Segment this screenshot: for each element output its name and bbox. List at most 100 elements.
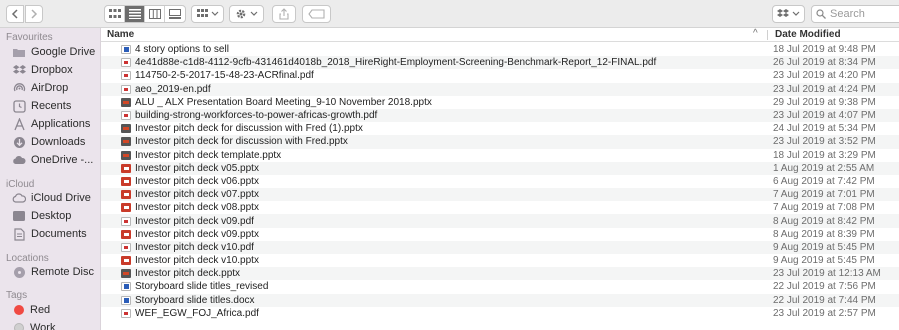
- pdf-file-icon: [121, 111, 131, 121]
- file-name: Investor pitch deck.pptx: [135, 268, 241, 280]
- dropbox-menu-button[interactable]: [772, 5, 805, 23]
- presentation-file-icon: [121, 203, 131, 213]
- sidebar-item-recents[interactable]: Recents: [12, 97, 71, 115]
- file-row[interactable]: Investor pitch deck.pptx 23 Jul 2019 at 1…: [101, 267, 899, 281]
- column-divider[interactable]: [767, 30, 768, 40]
- sidebar-item-onedrive[interactable]: OneDrive -...: [12, 151, 93, 169]
- dropbox-icon: [776, 9, 799, 17]
- forward-button[interactable]: [25, 5, 43, 23]
- tag-icon: [307, 9, 325, 19]
- file-name: 4 story options to sell: [135, 44, 229, 56]
- desktop-icon: [12, 209, 26, 223]
- file-name: Investor pitch deck v10.pptx: [135, 255, 259, 267]
- sidebar-item-desktop[interactable]: Desktop: [12, 207, 71, 225]
- file-row[interactable]: Investor pitch deck template.pptx 18 Jul …: [101, 149, 899, 162]
- sidebar-item-documents[interactable]: Documents: [12, 225, 87, 243]
- icon-view-button[interactable]: [105, 6, 125, 22]
- file-row[interactable]: Investor pitch deck v05.pptx 1 Aug 2019 a…: [101, 161, 899, 175]
- file-row[interactable]: ALU _ ALX Presentation Board Meeting_9-1…: [101, 96, 899, 109]
- word-document-icon: [121, 295, 131, 305]
- file-row[interactable]: aeo_2019-en.pdf 23 Jul 2019 at 4:24 PM: [101, 82, 899, 96]
- file-name: Investor pitch deck for discussion with …: [135, 136, 348, 148]
- sidebar-item-label: AirDrop: [31, 82, 69, 94]
- file-date: 7 Aug 2019 at 7:01 PM: [773, 189, 875, 201]
- file-date: 9 Aug 2019 at 5:45 PM: [773, 241, 875, 253]
- pdf-file-icon: [121, 71, 131, 81]
- file-row[interactable]: Investor pitch deck v07.pptx 7 Aug 2019 a…: [101, 188, 899, 202]
- file-row[interactable]: Investor pitch deck v09.pdf 8 Aug 2019 at…: [101, 214, 899, 228]
- search-input[interactable]: [830, 8, 899, 20]
- file-rows: 4 story options to sell 18 Jul 2019 at 9:…: [101, 43, 899, 320]
- file-row[interactable]: Storyboard slide titles.docx 22 Jul 2019 …: [101, 293, 899, 307]
- back-button[interactable]: [6, 5, 24, 23]
- file-row[interactable]: 4 story options to sell 18 Jul 2019 at 9:…: [101, 43, 899, 56]
- file-date: 24 Jul 2019 at 5:34 PM: [773, 123, 876, 135]
- file-date: 23 Jul 2019 at 3:52 PM: [773, 136, 876, 148]
- group-by-button[interactable]: [191, 5, 224, 23]
- sidebar-item-google-drive[interactable]: Google Drive: [12, 43, 95, 61]
- sidebar-item-label: Red: [30, 304, 51, 316]
- search-field[interactable]: [811, 5, 899, 23]
- list-icon: [128, 9, 141, 19]
- presentation-file-icon: [121, 256, 131, 266]
- column-header: Name ^ Date Modified: [101, 28, 899, 42]
- list-view-button[interactable]: [125, 6, 145, 22]
- sidebar-item-label: Documents: [31, 228, 87, 240]
- presentation-file-icon: [121, 163, 131, 173]
- name-column-header[interactable]: Name: [107, 29, 134, 40]
- pdf-file-icon: [121, 242, 131, 252]
- presentation-file-icon: [121, 150, 131, 160]
- sidebar-item-dropbox[interactable]: Dropbox: [12, 61, 73, 79]
- file-name: Investor pitch deck for discussion with …: [135, 123, 363, 135]
- sidebar-item-label: Work: [30, 322, 56, 330]
- file-date: 9 Aug 2019 at 5:45 PM: [773, 255, 875, 267]
- file-name: Investor pitch deck v08.pptx: [135, 202, 259, 214]
- file-date: 6 Aug 2019 at 7:42 PM: [773, 175, 875, 187]
- action-menu-button[interactable]: [229, 5, 264, 23]
- sidebar-item-label: Applications: [31, 118, 91, 130]
- gallery-view-button[interactable]: [165, 6, 185, 22]
- gear-icon: [236, 9, 257, 19]
- file-date: 29 Jul 2019 at 9:38 PM: [773, 96, 876, 108]
- sidebar-item-label: OneDrive -...: [31, 154, 94, 166]
- applications-icon: [12, 117, 26, 131]
- chevron-right-icon: [31, 9, 38, 19]
- sidebar-item-airdrop[interactable]: AirDrop: [12, 79, 68, 97]
- file-date: 23 Jul 2019 at 12:13 AM: [773, 268, 881, 280]
- file-row[interactable]: Investor pitch deck v10.pptx 9 Aug 2019 a…: [101, 254, 899, 267]
- file-row[interactable]: Investor pitch deck for discussion with …: [101, 135, 899, 149]
- file-row[interactable]: Investor pitch deck v10.pdf 9 Aug 2019 at…: [101, 240, 899, 254]
- file-row[interactable]: 4e41d88e-c1d8-4112-9cfb-431461d4018b_201…: [101, 56, 899, 70]
- file-row[interactable]: Investor pitch deck v08.pptx 7 Aug 2019 a…: [101, 201, 899, 214]
- sidebar-item-applications[interactable]: Applications: [12, 115, 90, 133]
- file-row[interactable]: Investor pitch deck v06.pptx 6 Aug 2019 a…: [101, 175, 899, 188]
- clock-icon: [12, 99, 26, 113]
- sidebar-item-downloads[interactable]: Downloads: [12, 133, 85, 151]
- tag-color-dot: [14, 305, 24, 315]
- sidebar-item-remote-disc[interactable]: Remote Disc: [12, 263, 94, 281]
- presentation-file-icon: [121, 124, 131, 134]
- file-row[interactable]: WEF_EGW_FOJ_Africa.pdf 23 Jul 2019 at 2:5…: [101, 307, 899, 320]
- file-date: 26 Jul 2019 at 8:34 PM: [773, 57, 876, 69]
- sidebar: Favourites Google Drive Dropbox AirDrop …: [0, 28, 101, 330]
- file-row[interactable]: Storyboard slide titles_revised 22 Jul 20…: [101, 280, 899, 293]
- date-modified-column-header[interactable]: Date Modified: [775, 29, 841, 40]
- file-row[interactable]: 114750-2-5-2017-15-48-23-ACRfinal.pdf 23 …: [101, 69, 899, 82]
- file-name: 114750-2-5-2017-15-48-23-ACRfinal.pdf: [135, 70, 314, 82]
- chevron-left-icon: [11, 9, 18, 19]
- column-view-button[interactable]: [145, 6, 165, 22]
- download-icon: [12, 135, 26, 149]
- file-row[interactable]: Investor pitch deck v09.pptx 8 Aug 2019 a…: [101, 228, 899, 241]
- sidebar-item-label: Dropbox: [31, 64, 73, 76]
- file-row[interactable]: Investor pitch deck for discussion with …: [101, 122, 899, 135]
- file-date: 7 Aug 2019 at 7:08 PM: [773, 202, 875, 214]
- sidebar-item-tag-work[interactable]: Work: [12, 319, 55, 330]
- file-date: 8 Aug 2019 at 8:39 PM: [773, 228, 875, 240]
- file-row[interactable]: building-strong-workforces-to-power-afri…: [101, 108, 899, 123]
- edit-tags-button[interactable]: [302, 5, 331, 23]
- sidebar-item-tag-red[interactable]: Red: [12, 301, 50, 319]
- sidebar-item-icloud-drive[interactable]: iCloud Drive: [12, 189, 91, 207]
- search-icon: [816, 9, 826, 19]
- share-button[interactable]: [272, 5, 296, 23]
- disc-icon: [12, 265, 26, 279]
